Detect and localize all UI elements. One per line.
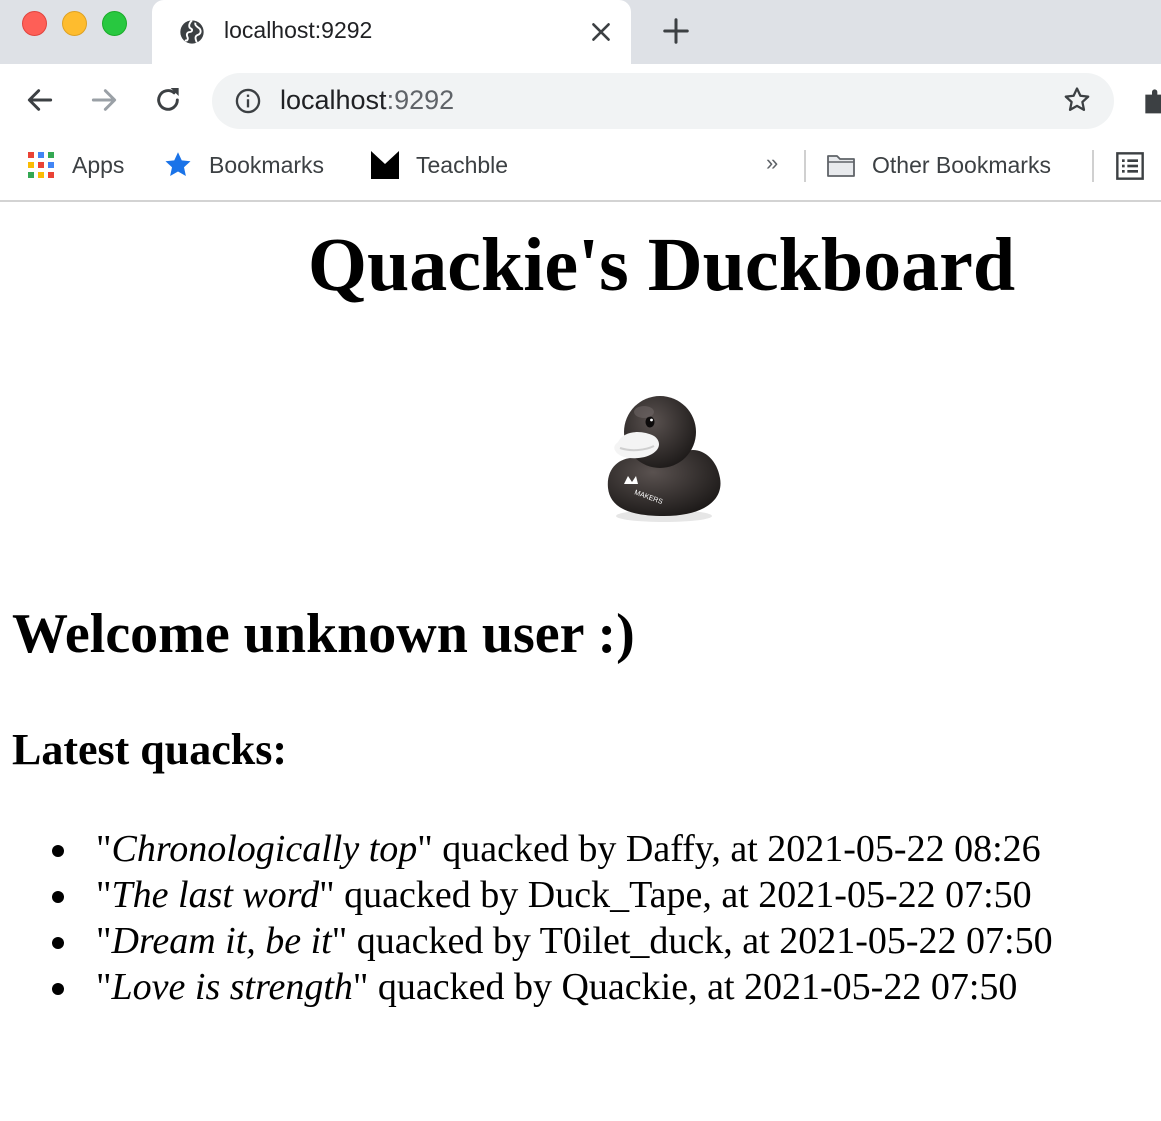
bookmark-label: Bookmarks xyxy=(209,151,325,178)
new-tab-icon[interactable] xyxy=(661,16,691,46)
rubber-duck-image: MAKERS xyxy=(607,396,721,522)
site-info-icon[interactable] xyxy=(234,87,262,115)
tab-strip: localhost:9292 xyxy=(0,0,1161,64)
list-bullet xyxy=(52,845,64,857)
quote-open: " xyxy=(96,874,112,916)
quote-open: " xyxy=(96,966,112,1008)
star-icon xyxy=(165,152,191,176)
page-title: Quackie's Duckboard xyxy=(307,223,1016,307)
close-window-button[interactable] xyxy=(22,11,47,36)
quack-item: "Love is strength" quacked by Quackie, a… xyxy=(52,964,1053,1010)
bookmark-label: Teachble xyxy=(416,151,509,178)
bookmark-star-icon[interactable] xyxy=(1062,85,1092,115)
quacks-list: "Chronologically top" quacked by Daffy, … xyxy=(0,826,1053,1010)
list-bullet xyxy=(52,983,64,995)
minimize-window-button[interactable] xyxy=(62,11,87,36)
bookmark-apps[interactable]: Apps xyxy=(26,150,124,180)
quote-close: " xyxy=(319,874,335,916)
list-bullet xyxy=(52,937,64,949)
quack-meta: quacked by T0ilet_duck, at 2021-05-22 07… xyxy=(347,920,1053,962)
bookmark-bookmarks[interactable]: Bookmarks xyxy=(163,150,324,180)
url-host: localhost xyxy=(280,85,387,115)
bookmark-teachble[interactable]: Teachble xyxy=(370,150,508,180)
close-tab-icon[interactable] xyxy=(588,19,614,45)
address-bar[interactable]: localhost:9292 xyxy=(212,73,1114,129)
globe-icon xyxy=(180,19,204,44)
bookmark-label: Other Bookmarks xyxy=(872,151,1051,178)
bookmark-other-bookmarks[interactable]: Other Bookmarks xyxy=(826,150,1051,180)
quack-item: "The last word" quacked by Duck_Tape, at… xyxy=(52,872,1053,918)
latest-quacks-heading: Latest quacks: xyxy=(12,725,288,774)
quack-text: The last word xyxy=(111,874,320,916)
quote-close: " xyxy=(331,920,348,962)
reload-icon[interactable] xyxy=(152,84,184,116)
forward-arrow-icon[interactable] xyxy=(88,84,120,116)
back-arrow-icon[interactable] xyxy=(24,84,56,116)
browser-tab[interactable]: localhost:9292 xyxy=(152,0,631,64)
quack-text: Chronologically top xyxy=(111,828,418,870)
bookmarks-divider xyxy=(804,150,806,182)
bookmarks-divider xyxy=(1092,150,1094,182)
extensions-puzzle-icon[interactable] xyxy=(1140,84,1161,116)
quote-close: " xyxy=(352,966,369,1008)
zoom-window-button[interactable] xyxy=(102,11,127,36)
quack-meta: quacked by Quackie, at 2021-05-22 07:50 xyxy=(368,966,1018,1008)
quack-meta: quacked by Duck_Tape, at 2021-05-22 07:5… xyxy=(334,874,1032,916)
quack-text: Dream it, be it xyxy=(111,920,332,962)
quack-item: "Dream it, be it" quacked by T0ilet_duck… xyxy=(52,918,1053,964)
quack-text: Love is strength xyxy=(111,966,353,1008)
url-port: :9292 xyxy=(386,85,455,115)
folder-icon xyxy=(827,155,855,177)
quack-item: "Chronologically top" quacked by Daffy, … xyxy=(52,826,1053,872)
tab-title: localhost:9292 xyxy=(224,17,373,43)
quack-meta: quacked by Daffy, at 2021-05-22 08:26 xyxy=(432,828,1041,870)
page-content: Quackie's Duckboard MAKERS Welcome unkno… xyxy=(0,202,1161,1121)
quote-open: " xyxy=(96,920,112,962)
browser-toolbar: localhost:9292 xyxy=(0,64,1161,138)
teachable-logo-icon xyxy=(371,151,399,179)
quote-open: " xyxy=(96,828,112,870)
reading-list-icon[interactable] xyxy=(1114,150,1146,182)
bookmarks-overflow-chevron[interactable]: » xyxy=(766,150,778,176)
url-text[interactable]: localhost:9292 xyxy=(280,85,454,116)
welcome-heading: Welcome unknown user :) xyxy=(12,603,635,665)
list-bullet xyxy=(52,891,64,903)
apps-grid-icon xyxy=(28,152,54,178)
bookmarks-bar: Apps Bookmarks Teachble » Other Bookmark… xyxy=(0,138,1161,202)
quote-close: " xyxy=(417,828,433,870)
bookmark-label: Apps xyxy=(72,151,125,178)
